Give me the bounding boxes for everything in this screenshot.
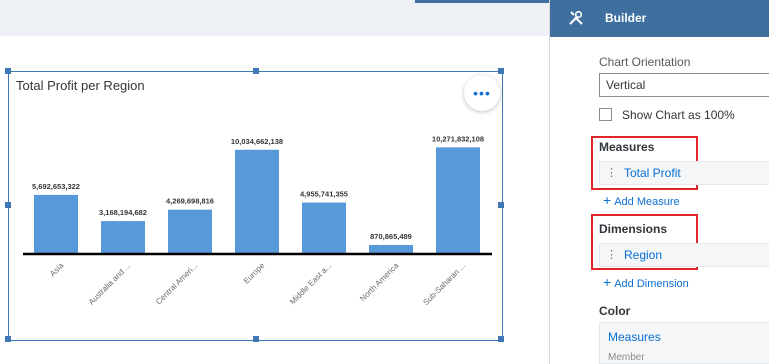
dimension-item-label: Region	[624, 248, 663, 262]
show-percent-label: Show Chart as 100%	[622, 108, 735, 122]
chart-orientation-label: Chart Orientation	[599, 55, 691, 69]
data-label-6: 10,271,832,108	[432, 134, 484, 143]
more-options-button[interactable]: •••	[464, 75, 500, 111]
plus-icon: +	[603, 274, 612, 290]
toolbar-accent-strip	[415, 0, 549, 3]
show-percent-checkbox[interactable]	[599, 108, 612, 121]
data-label-5: 870,865,489	[370, 232, 412, 241]
wrench-icon[interactable]	[568, 10, 584, 26]
builder-title: Builder	[605, 11, 647, 25]
add-measure-link[interactable]: + Add Measure	[603, 192, 680, 208]
builder-panel: Builder Chart Orientation Vertical Show …	[549, 0, 769, 364]
bar-0[interactable]	[34, 194, 78, 254]
category-label-5: North America	[358, 261, 401, 304]
drag-handle-icon[interactable]: ⋮	[606, 248, 617, 261]
add-measure-label: Add Measure	[614, 196, 680, 208]
bar-4[interactable]	[302, 202, 346, 254]
measure-item-total-profit[interactable]: ⋮ Total Profit	[599, 161, 769, 185]
chart-orientation-select[interactable]: Vertical	[599, 73, 769, 97]
bar-chart: 5,692,653,322 Asia 3,168,194,682 Australia …	[23, 134, 492, 307]
color-value: Measures	[608, 330, 661, 344]
category-label-2: Central Ameri...	[154, 261, 199, 306]
color-sub-label: Member	[608, 352, 645, 363]
top-toolbar	[0, 0, 549, 36]
data-label-0: 5,692,653,322	[32, 182, 80, 191]
dimensions-title: Dimensions	[599, 222, 668, 236]
bar-1[interactable]	[101, 221, 145, 254]
builder-header: Builder	[550, 0, 769, 37]
bar-6[interactable]	[436, 147, 480, 254]
add-dimension-link[interactable]: + Add Dimension	[603, 274, 689, 290]
measure-item-label: Total Profit	[624, 166, 681, 180]
dimension-item-region[interactable]: ⋮ Region	[599, 243, 769, 267]
bar-2[interactable]	[168, 209, 212, 254]
category-label-3: Europe	[242, 261, 267, 286]
bar-5[interactable]	[369, 244, 413, 254]
measures-title: Measures	[599, 140, 655, 154]
category-label-0: Asia	[48, 261, 66, 279]
add-dimension-label: Add Dimension	[614, 278, 689, 290]
category-label-6: Sub-Saharan ...	[421, 261, 467, 307]
category-label-4: Middle East a...	[288, 261, 333, 306]
data-label-2: 4,269,698,816	[166, 197, 214, 206]
chart-widget[interactable]: Total Profit per Region 5,692,653,322 Asi…	[5, 68, 504, 342]
data-label-4: 4,955,741,355	[300, 190, 348, 199]
drag-handle-icon[interactable]: ⋮	[606, 166, 617, 179]
color-title: Color	[599, 304, 631, 318]
data-label-1: 3,168,194,682	[99, 208, 147, 217]
plus-icon: +	[603, 192, 612, 208]
bar-3[interactable]	[235, 149, 279, 254]
data-label-3: 10,034,662,138	[231, 137, 283, 146]
color-measures-chip[interactable]: Measures Member	[599, 322, 769, 364]
category-label-1: Australia and ...	[87, 261, 133, 307]
